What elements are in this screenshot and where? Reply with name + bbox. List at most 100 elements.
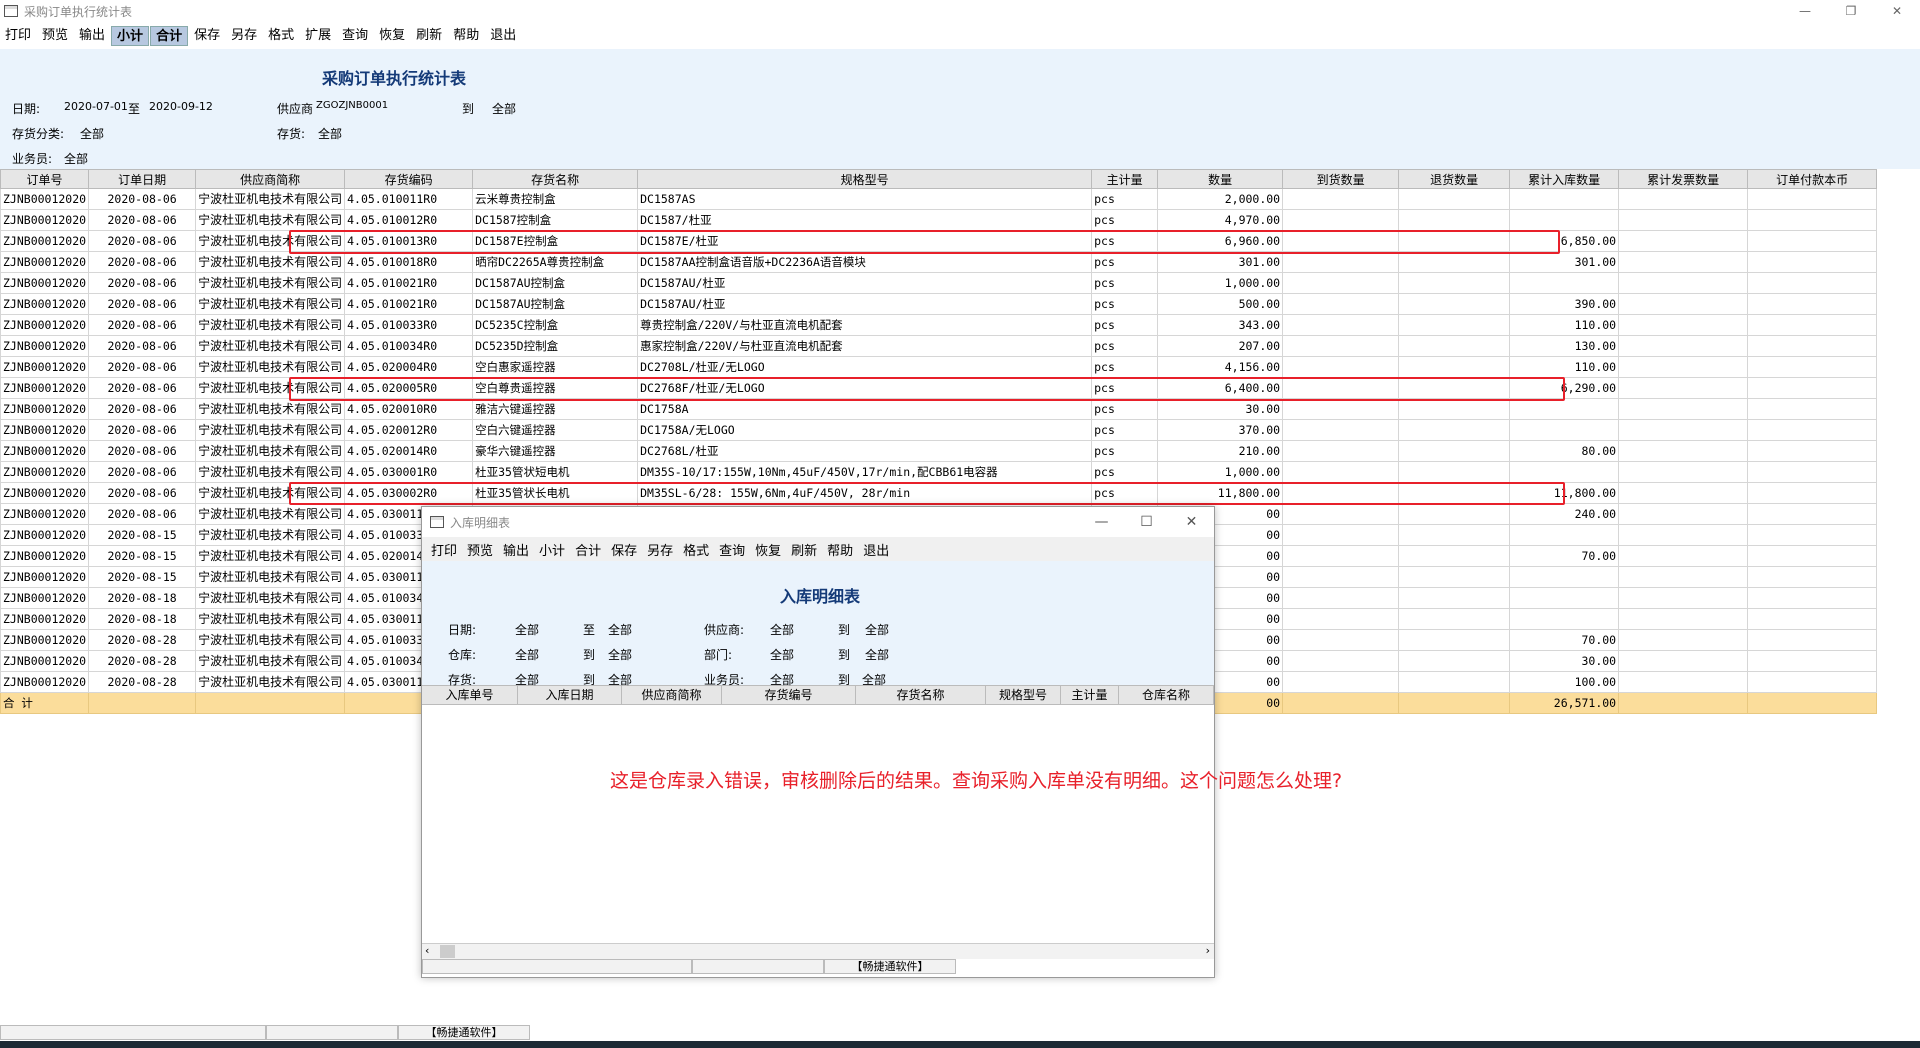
toolbar-button-13[interactable]: 退出 xyxy=(485,26,521,46)
column-header[interactable]: 供应商简称 xyxy=(195,169,346,189)
table-row[interactable]: ZJNB00012020 2020-08-06 宁波杜亚机电技术有限公司 4.05.0… xyxy=(0,356,1878,378)
table-row[interactable]: ZJNB00012020 2020-08-06 宁波杜亚机电技术有限公司 4.05.0… xyxy=(0,209,1878,231)
dialog-horizontal-scrollbar[interactable]: ‹ › xyxy=(422,943,1214,959)
unit-cell: pcs xyxy=(1091,461,1159,483)
table-row[interactable]: ZJNB00012020 2020-08-06 宁波杜亚机电技术有限公司 4.05.0… xyxy=(0,377,1878,399)
supplier-to-word: 到 xyxy=(462,102,475,116)
return-qty-cell xyxy=(1398,209,1511,231)
quantity-cell: 6,400.00 xyxy=(1157,377,1284,399)
toolbar-button-12[interactable]: 帮助 xyxy=(448,26,484,46)
column-header[interactable]: 规格型号 xyxy=(637,169,1093,189)
column-header[interactable]: 订单号 xyxy=(0,169,90,189)
dialog-column-header[interactable]: 仓库名称 xyxy=(1119,686,1214,704)
order-date-cell: 2020-08-06 xyxy=(88,209,197,231)
payment-cell xyxy=(1747,461,1878,483)
toolbar-button-3[interactable]: 小计 xyxy=(111,26,150,46)
toolbar-button-6[interactable]: 另存 xyxy=(226,26,262,46)
toolbar-button-9[interactable]: 查询 xyxy=(337,26,373,46)
column-header[interactable]: 数量 xyxy=(1157,169,1284,189)
dialog-column-header[interactable]: 入库单号 xyxy=(422,686,518,704)
dialog-toolbar-button-4[interactable]: 合计 xyxy=(570,540,606,559)
dialog-column-header[interactable]: 规格型号 xyxy=(986,686,1061,704)
dialog-toolbar-button-8[interactable]: 查询 xyxy=(714,540,750,559)
dialog-supplier-from: 全部 xyxy=(770,623,795,637)
table-row[interactable]: ZJNB00012020 2020-08-06 宁波杜亚机电技术有限公司 4.05.0… xyxy=(0,335,1878,357)
dialog-minimize-icon[interactable]: — xyxy=(1079,507,1124,537)
table-row[interactable]: ZJNB00012020 2020-08-06 宁波杜亚机电技术有限公司 4.05.0… xyxy=(0,230,1878,252)
column-header[interactable]: 存货编码 xyxy=(344,169,474,189)
table-row[interactable]: ZJNB00012020 2020-08-06 宁波杜亚机电技术有限公司 4.05.0… xyxy=(0,188,1878,210)
total-label: 合 计 xyxy=(0,692,90,714)
quantity-cell: 343.00 xyxy=(1157,314,1284,336)
column-header[interactable]: 退货数量 xyxy=(1398,169,1511,189)
column-header[interactable]: 累计发票数量 xyxy=(1618,169,1749,189)
scroll-left-icon[interactable]: ‹ xyxy=(425,944,429,957)
table-row[interactable]: ZJNB00012020 2020-08-06 宁波杜亚机电技术有限公司 4.05.0… xyxy=(0,461,1878,483)
toolbar-button-8[interactable]: 扩展 xyxy=(300,26,336,46)
toolbar-button-0[interactable]: 打印 xyxy=(0,26,36,46)
table-row[interactable]: ZJNB00012020 2020-08-06 宁波杜亚机电技术有限公司 4.05.0… xyxy=(0,419,1878,441)
cumulative-invoice-cell xyxy=(1618,314,1749,336)
order-no-cell: ZJNB00012020 xyxy=(0,230,90,252)
inventory-code-cell: 4.05.020005R0 xyxy=(344,377,474,399)
supplier-to: 全部 xyxy=(492,102,517,116)
order-date-cell: 2020-08-15 xyxy=(88,566,197,588)
cumulative-invoice-cell xyxy=(1618,209,1749,231)
toolbar-button-1[interactable]: 预览 xyxy=(37,26,73,46)
dialog-dept-label: 部门: xyxy=(704,648,733,662)
restore-icon[interactable]: ❐ xyxy=(1828,0,1874,22)
cumulative-invoice-cell xyxy=(1618,356,1749,378)
dialog-warehouse-to-word: 到 xyxy=(583,648,596,662)
dialog-column-header[interactable]: 存货名称 xyxy=(856,686,986,704)
table-row[interactable]: ZJNB00012020 2020-08-06 宁波杜亚机电技术有限公司 4.05.0… xyxy=(0,482,1878,504)
toolbar-button-7[interactable]: 格式 xyxy=(263,26,299,46)
close-icon[interactable]: ✕ xyxy=(1874,0,1920,22)
table-row[interactable]: ZJNB00012020 2020-08-06 宁波杜亚机电技术有限公司 4.05.0… xyxy=(0,314,1878,336)
toolbar-button-10[interactable]: 恢复 xyxy=(374,26,410,46)
column-header[interactable]: 订单付款本币 xyxy=(1747,169,1878,189)
toolbar-button-5[interactable]: 保存 xyxy=(189,26,225,46)
dialog-toolbar-button-3[interactable]: 小计 xyxy=(534,540,570,559)
scroll-thumb[interactable] xyxy=(440,945,455,958)
scroll-right-icon[interactable]: › xyxy=(1206,944,1210,957)
table-row[interactable]: ZJNB00012020 2020-08-06 宁波杜亚机电技术有限公司 4.05.0… xyxy=(0,398,1878,420)
dialog-toolbar-button-5[interactable]: 保存 xyxy=(606,540,642,559)
dialog-column-header[interactable]: 入库日期 xyxy=(518,686,622,704)
dialog-column-header[interactable]: 供应商简称 xyxy=(622,686,722,704)
column-header[interactable]: 到货数量 xyxy=(1282,169,1400,189)
dialog-toolbar-button-6[interactable]: 另存 xyxy=(642,540,678,559)
dialog-column-header[interactable]: 存货编号 xyxy=(722,686,856,704)
spec-cell: DC2768L/杜亚 xyxy=(637,440,1093,462)
table-row[interactable]: ZJNB00012020 2020-08-06 宁波杜亚机电技术有限公司 4.05.0… xyxy=(0,251,1878,273)
toolbar-button-11[interactable]: 刷新 xyxy=(411,26,447,46)
dialog-supplier-label: 供应商: xyxy=(704,623,745,637)
table-row[interactable]: ZJNB00012020 2020-08-06 宁波杜亚机电技术有限公司 4.05.0… xyxy=(0,440,1878,462)
total-empty-cell xyxy=(1398,692,1511,714)
dialog-column-header[interactable]: 主计量 xyxy=(1061,686,1119,704)
unit-cell: pcs xyxy=(1091,377,1159,399)
cumulative-invoice-cell xyxy=(1618,293,1749,315)
dialog-toolbar-button-2[interactable]: 输出 xyxy=(498,540,534,559)
dialog-toolbar-button-10[interactable]: 刷新 xyxy=(786,540,822,559)
dialog-close-icon[interactable]: ✕ xyxy=(1169,507,1214,537)
column-header[interactable]: 订单日期 xyxy=(88,169,197,189)
minimize-icon[interactable]: — xyxy=(1782,0,1828,22)
dialog-maximize-icon[interactable]: ☐ xyxy=(1124,507,1169,537)
supplier-cell: 宁波杜亚机电技术有限公司 xyxy=(195,629,346,651)
dialog-toolbar-button-7[interactable]: 格式 xyxy=(678,540,714,559)
dialog-toolbar-button-12[interactable]: 退出 xyxy=(858,540,894,559)
order-date-cell: 2020-08-06 xyxy=(88,314,197,336)
table-row[interactable]: ZJNB00012020 2020-08-06 宁波杜亚机电技术有限公司 4.05.0… xyxy=(0,272,1878,294)
table-row[interactable]: ZJNB00012020 2020-08-06 宁波杜亚机电技术有限公司 4.05.0… xyxy=(0,293,1878,315)
column-header[interactable]: 累计入库数量 xyxy=(1509,169,1620,189)
dialog-toolbar-button-0[interactable]: 打印 xyxy=(426,540,462,559)
dialog-toolbar-button-9[interactable]: 恢复 xyxy=(750,540,786,559)
dialog-table-body[interactable] xyxy=(422,705,1214,943)
dialog-toolbar-button-1[interactable]: 预览 xyxy=(462,540,498,559)
dialog-toolbar-button-11[interactable]: 帮助 xyxy=(822,540,858,559)
cumulative-invoice-cell xyxy=(1618,608,1749,630)
column-header[interactable]: 主计量 xyxy=(1091,169,1159,189)
toolbar-button-4[interactable]: 合计 xyxy=(150,26,189,46)
toolbar-button-2[interactable]: 输出 xyxy=(74,26,110,46)
column-header[interactable]: 存货名称 xyxy=(472,169,639,189)
